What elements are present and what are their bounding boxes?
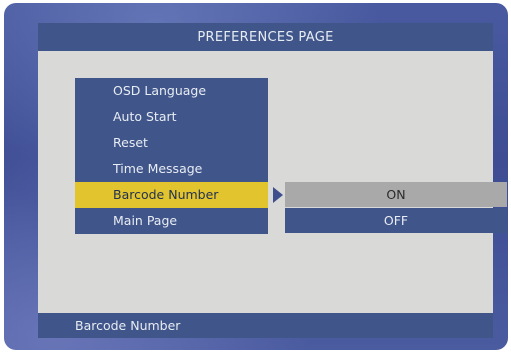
option-list: ON OFF bbox=[285, 182, 507, 233]
menu-item-time-message[interactable]: Time Message bbox=[75, 156, 268, 182]
menu-item-reset[interactable]: Reset bbox=[75, 130, 268, 156]
menu-item-osd-language[interactable]: OSD Language bbox=[75, 78, 268, 104]
tv-screen: PREFERENCES PAGE OSD Language Auto Start… bbox=[4, 3, 508, 350]
preferences-menu: OSD Language Auto Start Reset Time Messa… bbox=[75, 78, 268, 234]
arrow-right-icon bbox=[273, 187, 283, 203]
menu-item-main-page[interactable]: Main Page bbox=[75, 208, 268, 234]
status-bar: Barcode Number bbox=[38, 313, 493, 338]
preferences-panel: PREFERENCES PAGE OSD Language Auto Start… bbox=[38, 23, 507, 338]
menu-item-auto-start[interactable]: Auto Start bbox=[75, 104, 268, 130]
page-title: PREFERENCES PAGE bbox=[38, 23, 493, 51]
menu-item-barcode-number[interactable]: Barcode Number bbox=[75, 182, 268, 208]
status-text: Barcode Number bbox=[75, 318, 181, 333]
option-on[interactable]: ON bbox=[285, 182, 507, 207]
option-off[interactable]: OFF bbox=[285, 208, 507, 233]
